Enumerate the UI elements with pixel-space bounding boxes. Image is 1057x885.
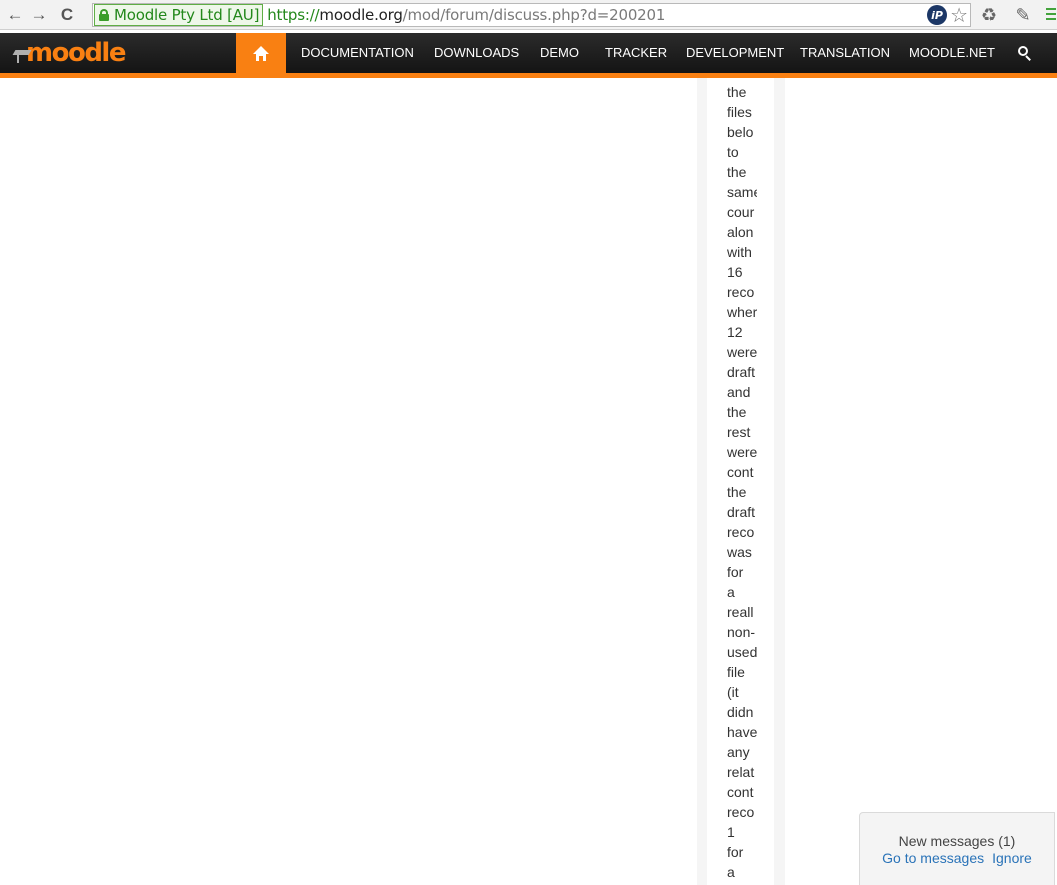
post-text-line: rest: [727, 424, 751, 440]
post-text-line: draft: [727, 364, 756, 380]
post-text-line: for: [727, 844, 744, 860]
notification-title: New messages (1): [898, 833, 1016, 849]
search-icon[interactable]: [1018, 46, 1032, 61]
site-navbar: [0, 33, 1057, 73]
back-button[interactable]: ←: [3, 3, 27, 27]
ev-certificate-label: Moodle Pty Ltd [AU]: [114, 6, 260, 24]
nav-development[interactable]: DEVELOPMENT: [686, 33, 784, 73]
ev-certificate-badge[interactable]: Moodle Pty Ltd [AU]: [94, 4, 264, 26]
post-text-line: wher: [727, 304, 757, 320]
post-text-line: same: [727, 184, 757, 200]
post-text-line: the: [727, 404, 747, 420]
post-text-line: file: [727, 664, 745, 680]
post-text-line: was: [727, 544, 752, 560]
post-text: the files belo to the same cour alon with 16 reco w…: [727, 82, 757, 882]
post-text-line: cont: [727, 464, 754, 480]
post-text-line: draft: [727, 504, 756, 520]
nav-home-button[interactable]: [236, 33, 286, 73]
post-text-line: cour: [727, 204, 755, 220]
post-text-line: the: [727, 164, 747, 180]
post-text-line: the: [727, 84, 747, 100]
post-text-line: relat: [727, 764, 755, 780]
post-text-line: used: [727, 644, 757, 660]
post-text-line: non-: [727, 624, 756, 640]
post-text-line: for: [727, 564, 744, 580]
post-text-line: alon: [727, 224, 754, 240]
post-text-line: the: [727, 484, 747, 500]
browser-menu-icon[interactable]: [1046, 8, 1056, 23]
nav-moodle-net[interactable]: MOODLE.NET: [909, 33, 995, 73]
post-text-line: 16: [727, 264, 743, 280]
url-host: moodle.org: [319, 6, 403, 24]
forum-post-body: the files belo to the same cour alon with 16 reco w…: [707, 78, 774, 885]
nav-downloads[interactable]: DOWNLOADS: [434, 33, 519, 73]
new-messages-popup: New messages (1) Go to messages Ignore: [859, 812, 1055, 885]
go-to-messages-link[interactable]: Go to messages: [882, 850, 984, 866]
forward-button[interactable]: →: [27, 3, 51, 27]
post-text-line: have: [727, 724, 757, 740]
post-text-line: were: [727, 444, 757, 460]
post-text-line: a: [727, 584, 735, 600]
eyedropper-extension-icon[interactable]: ✎: [1011, 3, 1035, 27]
post-text-line: didn: [727, 704, 754, 720]
post-text-line: belo: [727, 124, 754, 140]
nav-tracker[interactable]: TRACKER: [605, 33, 667, 73]
url-scheme: https://: [267, 6, 320, 24]
post-text-line: 1: [727, 824, 735, 840]
post-text-line: reco: [727, 524, 755, 540]
post-text-line: reco: [727, 804, 755, 820]
home-icon: [253, 45, 269, 61]
post-text-line: and: [727, 384, 751, 400]
lock-icon: [99, 9, 109, 21]
nav-demo[interactable]: DEMO: [540, 33, 579, 73]
address-bar[interactable]: Moodle Pty Ltd [AU] https://moodle.org/m…: [92, 3, 971, 27]
nav-documentation[interactable]: DOCUMENTATION: [301, 33, 414, 73]
post-text-line: files: [727, 104, 752, 120]
logo-text: moodle: [26, 38, 126, 68]
graduation-cap-icon: [12, 50, 32, 63]
post-text-line: cont: [727, 784, 754, 800]
post-text-line: (it: [727, 684, 739, 700]
post-text-line: to: [727, 144, 739, 160]
post-text-line: reall: [727, 604, 754, 620]
bookmark-star-icon[interactable]: ☆: [950, 5, 968, 25]
post-text-line: a: [727, 864, 735, 880]
post-text-line: any: [727, 744, 750, 760]
reload-button[interactable]: C: [55, 3, 79, 27]
post-text-line: were: [727, 344, 757, 360]
navbar-accent-stripe: [0, 73, 1057, 78]
url-path: /mod/forum/discuss.php?d=200201: [402, 6, 666, 24]
ignore-link[interactable]: Ignore: [992, 850, 1032, 866]
post-text-line: with: [727, 244, 752, 260]
recycle-extension-icon[interactable]: ♻: [977, 3, 1001, 27]
moodle-logo[interactable]: moodle: [12, 38, 126, 68]
ip-extension-icon[interactable]: iP: [927, 5, 948, 25]
nav-translation[interactable]: TRANSLATION: [800, 33, 890, 73]
post-text-line: 12: [727, 324, 743, 340]
post-text-line: reco: [727, 284, 755, 300]
url-text: https://moodle.org/mod/forum/discuss.php…: [267, 6, 665, 24]
